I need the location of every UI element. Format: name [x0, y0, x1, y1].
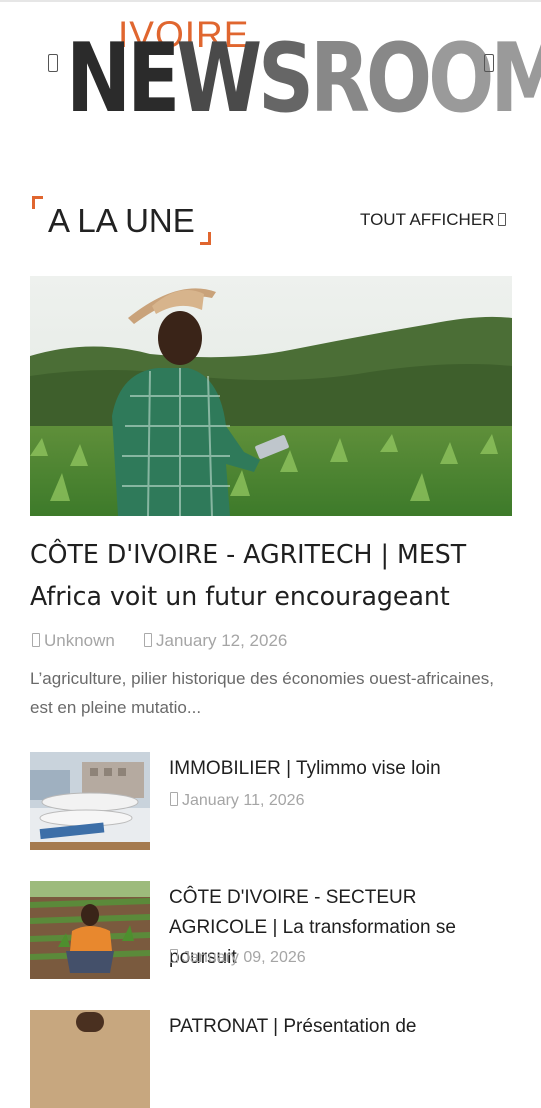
chevron-right-icon	[498, 213, 507, 226]
user-icon	[32, 633, 40, 647]
site-header: IVOIRE NEWSROOM	[0, 14, 541, 134]
section-header: A LA UNE TOUT AFFICHER	[0, 190, 541, 250]
logo-part: NE	[66, 24, 180, 134]
calendar-icon	[144, 633, 152, 647]
search-icon[interactable]	[484, 54, 494, 72]
section-title: A LA UNE	[48, 202, 195, 239]
calendar-icon	[170, 792, 178, 806]
date-text: January 11, 2026	[182, 792, 305, 809]
see-all-label: TOUT AFFICHER	[360, 210, 495, 229]
bracket-decoration	[200, 232, 211, 245]
article-date: January 09, 2026	[170, 949, 306, 967]
logo-part: W	[176, 24, 262, 134]
logo-main-text: NEWSROOM	[66, 24, 541, 134]
date-text: January 09, 2026	[182, 949, 306, 966]
logo-part: OM	[428, 24, 541, 134]
site-logo[interactable]: IVOIRE NEWSROOM	[66, 14, 541, 134]
featured-image[interactable]	[30, 276, 512, 516]
logo-part: S	[258, 24, 314, 134]
article-date: January 11, 2026	[170, 792, 304, 810]
article-thumbnail[interactable]	[30, 1010, 150, 1108]
featured-title[interactable]: CÔTE D'IVOIRE - AGRITECH | MEST Africa v…	[30, 534, 498, 618]
top-divider	[0, 0, 541, 2]
bracket-decoration	[32, 196, 43, 209]
featured-date: January 12, 2026	[144, 631, 287, 651]
calendar-icon	[170, 949, 178, 963]
date-text: January 12, 2026	[156, 631, 288, 650]
menu-icon[interactable]	[48, 54, 58, 72]
article-title[interactable]: IMMOBILIER | Tylimmo vise loin	[169, 754, 509, 784]
featured-excerpt: L’agriculture, pilier historique des éco…	[30, 669, 494, 717]
see-all-link[interactable]: TOUT AFFICHER	[360, 210, 507, 230]
article-thumbnail[interactable]	[30, 881, 150, 979]
author-name: Unknown	[44, 631, 115, 650]
logo-part: RO	[310, 24, 432, 134]
featured-author: Unknown	[32, 631, 115, 651]
article-title[interactable]: PATRONAT | Présentation de	[169, 1012, 509, 1042]
article-thumbnail[interactable]	[30, 752, 150, 850]
